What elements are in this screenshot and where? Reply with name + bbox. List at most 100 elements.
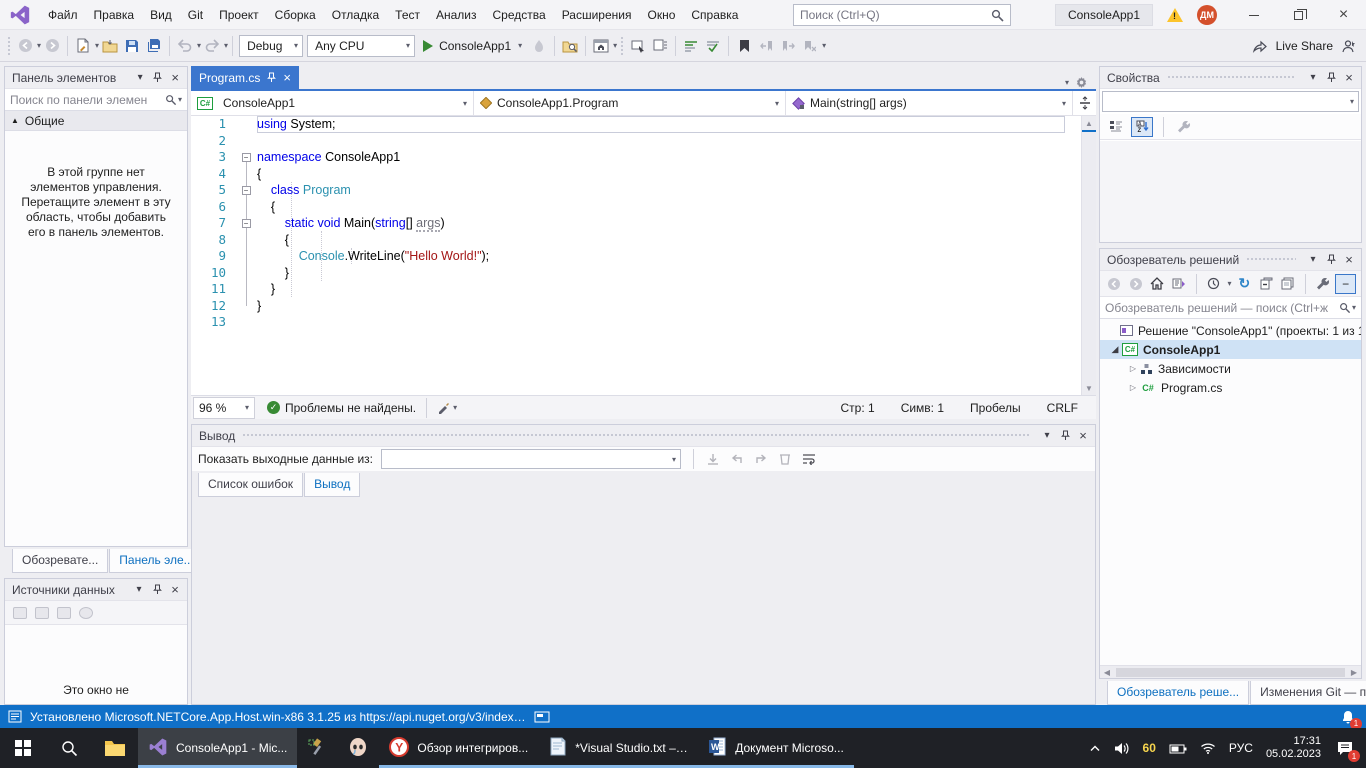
menu-item[interactable]: Git <box>180 4 211 26</box>
eol-indicator[interactable]: CRLF <box>1047 401 1078 415</box>
pin-icon[interactable] <box>1057 428 1073 444</box>
home-window-dropdown[interactable]: ▾ <box>613 41 617 50</box>
pin-icon[interactable] <box>1323 70 1339 86</box>
code-cleanup-dropdown[interactable]: ▾ <box>453 403 457 412</box>
navigate-backward-icon[interactable] <box>14 35 36 57</box>
toolbar-grip[interactable] <box>7 36 11 56</box>
scroll-down-icon[interactable]: ▼ <box>1085 381 1093 395</box>
horizontal-scrollbar[interactable]: ◀ ▶ <box>1100 665 1361 678</box>
code-line[interactable]: 9 Console.WriteLine("Hello World!"); <box>191 248 1081 265</box>
save-icon[interactable] <box>121 35 143 57</box>
tab-server-explorer[interactable]: Обозревате... <box>12 549 108 573</box>
window-position-dropdown[interactable]: ▾ <box>1039 428 1055 444</box>
menu-item[interactable]: Вид <box>142 4 180 26</box>
menu-item[interactable]: Проект <box>211 4 267 26</box>
taskbar-button-isaac-game[interactable] <box>337 728 379 768</box>
code-line[interactable]: 1using System; <box>191 116 1081 133</box>
input-language-indicator[interactable]: РУС <box>1229 741 1253 755</box>
code-line[interactable]: 7− static void Main(string[] args) <box>191 215 1081 232</box>
bookmark-icon[interactable] <box>733 35 755 57</box>
wrench-icon[interactable] <box>1314 274 1332 293</box>
tab-toolbox[interactable]: Панель эле... <box>109 549 203 573</box>
clock[interactable]: 17:31 05.02.2023 <box>1266 735 1321 761</box>
zoom-dropdown[interactable]: 96 %▾ <box>193 397 255 419</box>
expander-icon[interactable]: ▷ <box>1126 383 1140 392</box>
line-number[interactable]: 4 <box>191 166 235 183</box>
feedback-icon[interactable] <box>1341 39 1356 54</box>
member-dropdown[interactable]: Main(string[] args)▾ <box>786 91 1072 115</box>
solution-configurations-dropdown[interactable]: Debug▾ <box>239 35 303 57</box>
open-file-icon[interactable] <box>99 35 121 57</box>
add-data-source-icon[interactable] <box>13 607 27 619</box>
line-number[interactable]: 12 <box>191 298 235 315</box>
notifications-bell[interactable]: 1 <box>1338 707 1358 727</box>
property-pages-wrench-icon[interactable] <box>1174 117 1193 136</box>
clear-bookmarks-icon[interactable] <box>799 35 821 57</box>
code-line[interactable]: 11 } <box>191 281 1081 298</box>
properties-title-bar[interactable]: Свойства ▾ × <box>1100 67 1361 89</box>
project-badge[interactable]: ConsoleApp1 <box>1055 4 1153 26</box>
problems-status[interactable]: Проблемы не найдены. <box>285 401 416 415</box>
scroll-left-icon[interactable]: ◀ <box>1100 668 1114 677</box>
close-icon[interactable]: × <box>1341 70 1357 86</box>
line-indicator[interactable]: Стр: 1 <box>841 401 875 415</box>
code-cleanup-icon[interactable] <box>437 401 450 414</box>
status-message[interactable]: Установлено Microsoft.NETCore.App.Host.w… <box>30 710 526 724</box>
pending-changes-filter-icon[interactable] <box>1205 274 1223 293</box>
warning-icon[interactable]: ! <box>1167 8 1183 22</box>
window-position-dropdown[interactable]: ▾ <box>1305 252 1321 268</box>
switch-views-icon[interactable] <box>1170 274 1188 293</box>
new-file-icon[interactable] <box>72 35 94 57</box>
start-debugging-button[interactable]: ConsoleApp1 ▾ <box>417 34 528 58</box>
close-icon[interactable]: × <box>167 582 183 598</box>
properties-object-dropdown[interactable]: ▾ <box>1102 91 1359 112</box>
volume-icon[interactable] <box>1114 742 1130 755</box>
previous-bookmark-icon[interactable] <box>755 35 777 57</box>
pin-icon[interactable] <box>149 582 165 598</box>
battery-percentage[interactable]: 60 <box>1143 741 1156 755</box>
line-number[interactable]: 10 <box>191 265 235 282</box>
line-number[interactable]: 6 <box>191 199 235 216</box>
menu-item[interactable]: Справка <box>683 4 746 26</box>
code-line[interactable]: 13 <box>191 314 1081 331</box>
toolbar-grip[interactable] <box>620 36 624 56</box>
code-line[interactable]: 6 { <box>191 199 1081 216</box>
solution-explorer-title-bar[interactable]: Обозреватель решений ▾ × <box>1100 249 1361 271</box>
line-number[interactable]: 5 <box>191 182 235 199</box>
scrollbar-thumb[interactable] <box>1116 668 1345 677</box>
tree-item-project[interactable]: ◢C#ConsoleApp1 <box>1100 340 1361 359</box>
redo-dropdown[interactable]: ▾ <box>224 41 228 50</box>
line-number[interactable]: 13 <box>191 314 235 331</box>
menu-item[interactable]: Окно <box>639 4 683 26</box>
close-icon[interactable]: × <box>1341 252 1357 268</box>
line-number[interactable]: 1 <box>191 116 235 133</box>
pin-icon[interactable] <box>267 72 276 83</box>
toolbox-group-header[interactable]: ▲ Общие <box>5 111 187 131</box>
tab-git-changes[interactable]: Изменения Git — п... <box>1250 681 1366 705</box>
minimize-button[interactable] <box>1231 1 1276 30</box>
live-share-label[interactable]: Live Share <box>1276 39 1333 53</box>
battery-icon[interactable] <box>1169 743 1187 754</box>
configure-data-source-icon[interactable] <box>57 607 71 619</box>
toolbox-title-bar[interactable]: Панель элементов ▾ × <box>5 67 187 89</box>
close-icon[interactable]: × <box>167 70 183 86</box>
scroll-right-icon[interactable]: ▶ <box>1347 668 1361 677</box>
editor-vertical-scrollbar[interactable]: ▲ ▼ <box>1081 116 1096 395</box>
next-bookmark-icon[interactable] <box>777 35 799 57</box>
code-line[interactable]: 12} <box>191 298 1081 315</box>
output-source-dropdown[interactable]: ▾ <box>381 449 681 469</box>
menu-item[interactable]: Расширения <box>554 4 640 26</box>
window-position-dropdown[interactable]: ▾ <box>131 582 147 598</box>
taskbar-button-yandex-browser[interactable]: YОбзор интегриров... <box>379 728 538 768</box>
solution-search-box[interactable]: ▾ <box>1100 297 1361 319</box>
tab-program-cs[interactable]: Program.cs × <box>191 66 299 89</box>
menu-item[interactable]: Средства <box>485 4 554 26</box>
restore-button[interactable] <box>1276 1 1321 30</box>
type-dropdown[interactable]: ConsoleApp1.Program▾ <box>474 91 786 115</box>
next-message-icon[interactable] <box>752 450 770 468</box>
tab-options-gear-icon[interactable] <box>1075 76 1088 89</box>
menu-item[interactable]: Анализ <box>428 4 485 26</box>
fold-toggle-icon[interactable]: − <box>242 153 251 162</box>
taskbar-button-visual-studio[interactable]: ConsoleApp1 - Mic... <box>138 728 297 768</box>
taskbar-button-notepad[interactable]: *Visual Studio.txt – ... <box>538 728 698 768</box>
